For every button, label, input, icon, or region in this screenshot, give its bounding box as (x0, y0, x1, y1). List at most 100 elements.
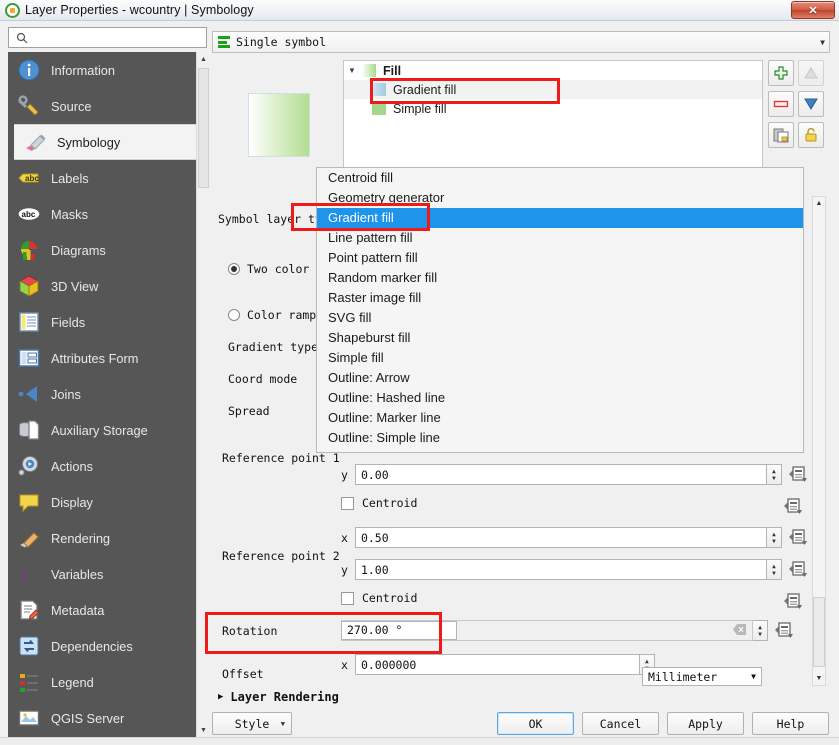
rotation-input[interactable]: 270.00 ° (341, 620, 457, 640)
apply-button[interactable]: Apply (667, 712, 744, 735)
sidebar-item-label: Variables (51, 566, 104, 582)
move-up-button[interactable] (798, 60, 824, 86)
reference-point-2-centroid-checkbox[interactable] (341, 591, 354, 605)
sidebar-item-information[interactable]: Information (8, 52, 196, 88)
dropdown-option-svg-fill[interactable]: SVG fill (317, 308, 803, 328)
sidebar-item-label: Dependencies (51, 638, 133, 654)
move-down-button[interactable] (798, 91, 824, 117)
dropdown-option-outline-marker-line[interactable]: Outline: Marker line (317, 408, 803, 428)
dropdown-option-random-marker-fill[interactable]: Random marker fill (317, 268, 803, 288)
symbology-brush-icon (22, 129, 48, 155)
reference-point-2-y-input[interactable]: 1.00 (354, 559, 767, 580)
layer-rendering-section[interactable]: ▶ Layer Rendering (218, 690, 339, 704)
sidebar-item-variables[interactable]: ε Variables (8, 556, 196, 592)
sidebar-item-dependencies[interactable]: Dependencies (8, 628, 196, 664)
svg-text:abc: abc (22, 210, 36, 219)
symbol-preview (248, 93, 310, 157)
expand-collapse-icon[interactable]: ▼ (348, 66, 362, 75)
sidebar-item-labels[interactable]: abc Labels (8, 160, 196, 196)
reference-point-1-centroid-checkbox[interactable] (341, 496, 354, 510)
reference-point-2-centroid-data-defined-override-icon[interactable] (783, 591, 805, 611)
form-scroll-thumb[interactable] (813, 597, 825, 667)
masks-abc-icon: abc (16, 201, 42, 227)
lock-layer-button[interactable] (798, 122, 824, 148)
reference-point-2-x-input[interactable]: 0.50 (354, 527, 767, 548)
sidebar-item-display[interactable]: Display (8, 484, 196, 520)
dropdown-option-gradient-fill[interactable]: Gradient fill (317, 208, 803, 228)
symbol-layer-tree-row[interactable]: Simple fill (344, 99, 762, 118)
reference-point-1-y-data-defined-override-icon[interactable] (788, 465, 810, 485)
color-ramp-radio[interactable] (228, 309, 240, 321)
reference-point-2-x-data-defined-override-icon[interactable] (788, 528, 810, 548)
search-box[interactable] (8, 27, 207, 48)
dropdown-option-centroid-fill[interactable]: Centroid fill (317, 168, 803, 188)
dropdown-option-outline-simple-line[interactable]: Outline: Simple line (317, 428, 803, 448)
ok-button[interactable]: OK (497, 712, 574, 735)
dropdown-option-simple-fill[interactable]: Simple fill (317, 348, 803, 368)
rotation-label: Rotation (222, 624, 278, 638)
renderer-type-combo[interactable]: Single symbol ▼ (212, 31, 830, 53)
dropdown-option-geometry-generator[interactable]: Geometry generator (317, 188, 803, 208)
rotation-stepper[interactable]: ▲ ▼ (753, 620, 768, 641)
symbol-layer-tree-label: Fill (383, 63, 402, 78)
dropdown-option-outline-arrow[interactable]: Outline: Arrow (317, 368, 803, 388)
form-scroll-up-icon[interactable]: ▲ (813, 197, 825, 210)
sidebar-scroll-up-icon[interactable]: ▲ (197, 52, 210, 66)
sidebar-item-metadata[interactable]: Metadata (8, 592, 196, 628)
sidebar-item-source[interactable]: Source (8, 88, 196, 124)
symbol-layer-tree-row[interactable]: ▼ Fill (344, 61, 762, 80)
help-button[interactable]: Help (752, 712, 829, 735)
symbol-layer-type-dropdown[interactable]: Centroid fill Geometry generator Gradient … (316, 167, 804, 453)
reference-point-2-y-axis-label: y (341, 562, 348, 577)
sidebar-item-joins[interactable]: Joins (8, 376, 196, 412)
symbol-layer-tree[interactable]: ▼ Fill Gradient fill Simple fill (343, 60, 763, 168)
sidebar-item-rendering[interactable]: Rendering (8, 520, 196, 556)
reference-point-1-y-stepper[interactable]: ▲ ▼ (766, 464, 782, 485)
cancel-button[interactable]: Cancel (582, 712, 659, 735)
sidebar-item-legend[interactable]: Legend (8, 664, 196, 700)
dropdown-option-line-pattern-fill[interactable]: Line pattern fill (317, 228, 803, 248)
search-input[interactable] (31, 29, 206, 46)
two-color-radio[interactable] (228, 263, 240, 275)
dropdown-option-point-pattern-fill[interactable]: Point pattern fill (317, 248, 803, 268)
sidebar-item-actions[interactable]: Actions (8, 448, 196, 484)
sidebar-item-label: Diagrams (51, 242, 106, 258)
add-symbol-layer-button[interactable] (768, 60, 794, 86)
form-scrollbar[interactable]: ▲ ▼ (812, 196, 826, 686)
reference-point-2-y-stepper[interactable]: ▲ ▼ (766, 559, 782, 580)
sidebar-item-label: Fields (51, 314, 86, 330)
dropdown-option-raster-image-fill[interactable]: Raster image fill (317, 288, 803, 308)
sidebar-item-3d-view[interactable]: 3D View (8, 268, 196, 304)
sidebar-scrollbar[interactable]: ▲ ▼ (196, 52, 210, 737)
sidebar-item-fields[interactable]: Fields (8, 304, 196, 340)
legend-icon (16, 669, 42, 695)
dropdown-option-outline-hashed-line[interactable]: Outline: Hashed line (317, 388, 803, 408)
form-scroll-down-icon[interactable]: ▼ (813, 672, 825, 685)
reference-point-2-x-stepper[interactable]: ▲ ▼ (766, 527, 782, 548)
sidebar-item-auxiliary-storage[interactable]: Auxiliary Storage (8, 412, 196, 448)
sidebar-item-symbology[interactable]: Symbology (14, 124, 196, 160)
style-button[interactable]: Style ▼ (212, 712, 292, 735)
remove-symbol-layer-button[interactable] (768, 91, 794, 117)
offset-x-input[interactable]: 0.000000 (354, 654, 640, 675)
rotation-data-defined-override-icon[interactable] (774, 621, 796, 641)
sidebar-item-diagrams[interactable]: Diagrams (8, 232, 196, 268)
reference-point-1-centroid-data-defined-override-icon[interactable] (783, 496, 805, 516)
svg-text:ε: ε (21, 564, 29, 586)
close-button[interactable]: ✕ (791, 1, 835, 19)
reference-point-2-centroid-label: Centroid (362, 591, 418, 605)
sidebar-item-attributes-form[interactable]: Attributes Form (8, 340, 196, 376)
symbol-layer-tree-row[interactable]: Gradient fill (344, 80, 762, 99)
settings-sidebar: Information Source Symbology abc Labels abc Ma… (8, 52, 196, 737)
clear-rotation-icon[interactable] (733, 623, 747, 638)
variables-epsilon-icon: ε (16, 561, 42, 587)
sidebar-scroll-down-icon[interactable]: ▼ (197, 723, 210, 737)
sidebar-scroll-thumb[interactable] (198, 68, 209, 188)
dropdown-option-shapeburst-fill[interactable]: Shapeburst fill (317, 328, 803, 348)
offset-unit-combo[interactable]: Millimeter ▼ (642, 667, 762, 686)
duplicate-layer-button[interactable] (768, 122, 794, 148)
reference-point-1-y-input[interactable]: 0.00 (354, 464, 767, 485)
reference-point-2-y-data-defined-override-icon[interactable] (788, 560, 810, 580)
sidebar-item-qgis-server[interactable]: QGIS Server (8, 700, 196, 736)
sidebar-item-masks[interactable]: abc Masks (8, 196, 196, 232)
